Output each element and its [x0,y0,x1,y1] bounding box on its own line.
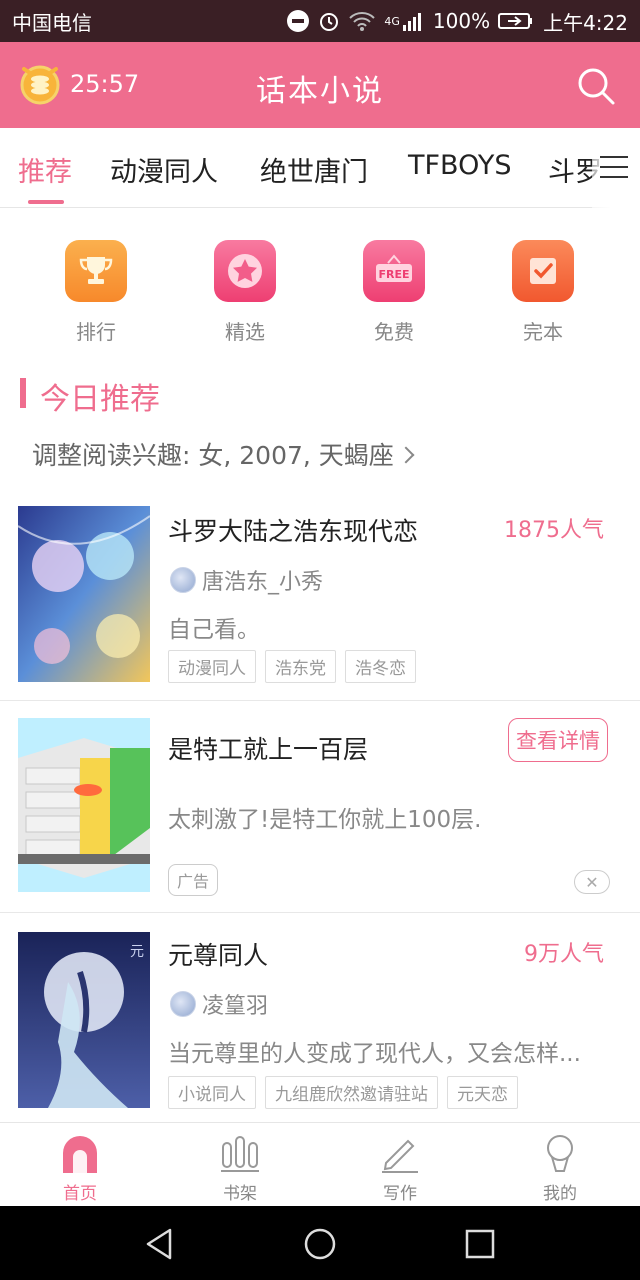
featured-label: 精选 [225,320,265,344]
completed-label: 完本 [523,320,563,344]
nav-profile[interactable]: 我的 [520,1131,600,1204]
section-title: 今日推荐 [40,382,160,417]
svg-text:FREE: FREE [378,268,409,281]
pencil-icon [360,1131,440,1175]
category-tabs: 推荐 动漫同人 绝世唐门 TFBOYS 斗罗 [0,128,640,208]
nav-bookshelf[interactable]: 书架 [200,1131,280,1204]
nav-home[interactable]: 首页 [40,1131,120,1204]
bottom-nav: 首页 书架 写作 我的 [0,1122,640,1206]
book-author: 凌篁羽 [170,988,268,1020]
book-author: 唐浩东_小秀 [170,564,323,596]
book-tag[interactable]: 元天恋 [447,1076,518,1109]
alarm-icon [318,10,340,32]
system-nav-bar [0,1206,640,1280]
do-not-disturb-icon [287,10,310,32]
nav-home-label: 首页 [63,1184,97,1204]
signal-icon [402,11,424,31]
divider [0,700,640,701]
tab-anime-fanfic[interactable]: 动漫同人 [110,150,218,189]
rank-entry[interactable]: 排行 [51,240,141,345]
tab-tfboys[interactable]: TFBOYS [408,150,511,181]
free-icon: FREE [363,240,425,302]
trophy-icon [65,240,127,302]
search-icon[interactable] [574,64,618,108]
bookshelf-icon [200,1131,280,1175]
battery-percent: 100% [432,9,491,33]
rank-label: 排行 [76,320,116,344]
book-title: 元尊同人 [168,941,269,970]
book-description: 当元尊里的人变成了现代人，又会怎样... [168,1041,581,1067]
nav-profile-label: 我的 [543,1184,577,1204]
book-title: 斗罗大陆之浩东现代恋 [168,517,419,546]
free-label: 免费 [374,320,414,344]
check-icon [512,240,574,302]
chevron-right-icon [397,446,415,464]
book-tag[interactable]: 小说同人 [168,1076,256,1109]
book-tags: 小说同人 九组鹿欣然邀请驻站 元天恋 [168,1076,527,1109]
nav-bookshelf-label: 书架 [223,1184,257,1204]
nav-write[interactable]: 写作 [360,1131,440,1204]
home-circle-icon[interactable] [300,1224,340,1264]
tab-jueshi-tangmen[interactable]: 绝世唐门 [260,150,368,189]
battery-icon [498,11,534,31]
completed-entry[interactable]: 完本 [498,240,588,345]
book-description: 自己看。 [168,617,260,643]
view-details-button[interactable]: 查看详情 [508,718,608,762]
book-cover[interactable]: 元 [18,932,150,1108]
home-icon [40,1131,120,1175]
nav-write-label: 写作 [383,1184,417,1204]
section-marker [20,378,26,408]
profile-icon [520,1131,600,1175]
book-card[interactable]: 元 元尊同人 9万人气 凌篁羽 当元尊里的人变成了现代人，又会怎样... 小说同… [0,932,640,1122]
book-popularity: 9万人气 [524,942,604,967]
divider [0,912,640,913]
book-card[interactable]: 斗罗大陆之浩东现代恋 1875人气 唐浩东_小秀 自己看。 动漫同人 浩东党 浩… [0,506,640,700]
free-entry[interactable]: FREE 免费 [349,240,439,345]
author-name: 凌篁羽 [202,994,269,1019]
featured-entry[interactable]: 精选 [200,240,290,345]
network-type: 4G [384,14,400,28]
active-tab-indicator [28,200,64,204]
ad-card[interactable]: 是特工就上一百层 查看详情 太刺激了!是特工你就上100层. 广告 ✕ [0,718,640,912]
avatar [170,567,196,593]
reading-interest-text: 调整阅读兴趣: 女, 2007, 天蝎座 [32,441,394,470]
book-tag[interactable]: 浩东党 [265,650,336,683]
avatar [170,991,196,1017]
clock: 上午4:22 [543,10,628,35]
book-popularity: 1875人气 [504,518,604,543]
author-name: 唐浩东_小秀 [202,570,324,595]
ad-description: 太刺激了!是特工你就上100层. [168,807,482,833]
app-title: 话本小说 [256,74,384,109]
ad-title: 是特工就上一百层 [168,735,369,764]
close-ad-icon[interactable]: ✕ [574,870,610,894]
book-cover[interactable] [18,506,150,682]
book-tags: 动漫同人 浩东党 浩冬恋 [168,650,425,683]
status-bar: 中国电信 4G 100% 上午4:22 [0,0,640,42]
book-tag[interactable]: 动漫同人 [168,650,256,683]
tabs-menu-icon[interactable] [592,128,640,208]
star-icon [214,240,276,302]
ad-image[interactable] [18,718,150,892]
wifi-icon [349,11,376,31]
back-icon[interactable] [140,1224,180,1264]
app-header: 25:57 话本小说 [0,42,640,128]
book-tag[interactable]: 九组鹿欣然邀请驻站 [265,1076,438,1109]
svg-text:元: 元 [130,944,144,960]
tab-recommend[interactable]: 推荐 [18,150,72,189]
reading-interest-link[interactable]: 调整阅读兴趣: 女, 2007, 天蝎座 [32,436,415,472]
ad-badge: 广告 [168,864,219,896]
book-tag[interactable]: 浩冬恋 [345,650,416,683]
recents-icon[interactable] [460,1224,500,1264]
carrier-label: 中国电信 [12,10,92,35]
